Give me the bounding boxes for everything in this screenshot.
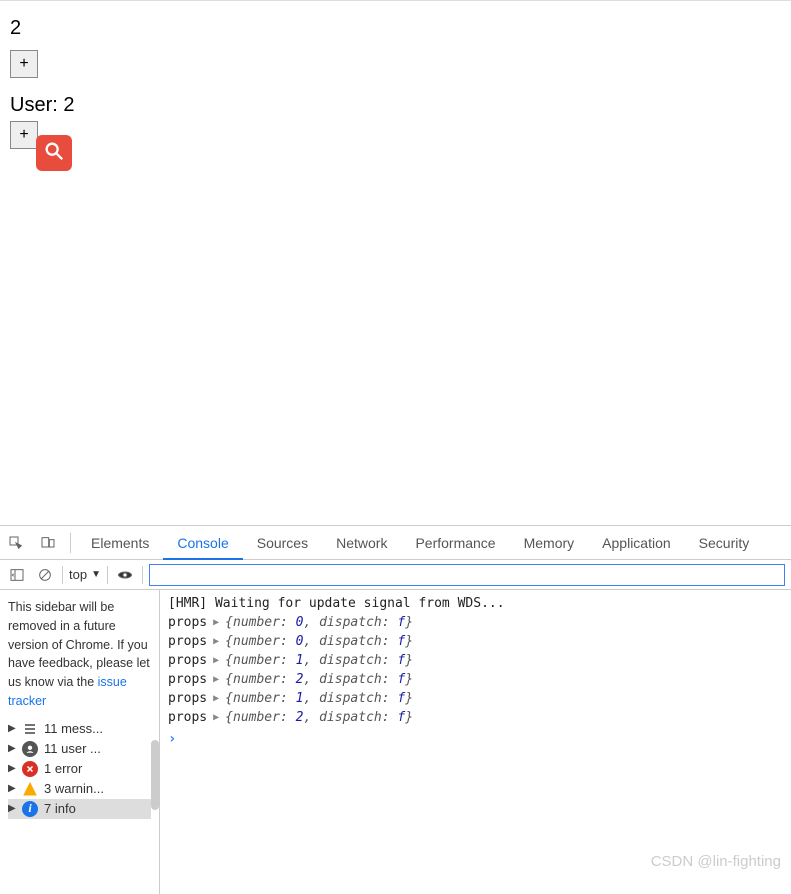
log-label: props <box>168 672 207 687</box>
log-line-hmr: [HMR] Waiting for update signal from WDS… <box>168 594 783 613</box>
category-label: 7 info <box>44 801 76 816</box>
tab-performance[interactable]: Performance <box>401 526 509 560</box>
device-toggle-icon[interactable] <box>38 533 58 553</box>
expand-arrow-icon[interactable]: ▶ <box>213 712 219 723</box>
console-prompt[interactable]: › <box>168 727 783 747</box>
expand-arrow-icon: ▶ <box>8 803 16 814</box>
log-label: props <box>168 710 207 725</box>
log-object: {number: 0, dispatch: f} <box>225 615 413 630</box>
log-label: props <box>168 691 207 706</box>
warning-icon <box>22 781 38 797</box>
separator <box>142 566 143 584</box>
category-info[interactable]: ▶ i 7 info <box>8 799 151 819</box>
search-badge[interactable] <box>36 135 72 171</box>
expand-arrow-icon: ▶ <box>8 723 16 734</box>
increment-button-2[interactable]: + <box>10 121 38 149</box>
sidebar-scrollbar[interactable] <box>151 740 159 810</box>
app-viewport: 2 + User: 2 + <box>0 0 791 525</box>
log-object: {number: 0, dispatch: f} <box>225 634 413 649</box>
log-object: {number: 2, dispatch: f} <box>225 672 413 687</box>
expand-arrow-icon: ▶ <box>8 743 16 754</box>
console-output[interactable]: [HMR] Waiting for update signal from WDS… <box>160 590 791 894</box>
category-label: 11 mess... <box>44 721 103 736</box>
user-prefix: User: <box>10 94 63 116</box>
separator <box>70 533 71 553</box>
category-label: 1 error <box>44 761 82 776</box>
context-selector[interactable]: top ▼ <box>69 567 101 582</box>
tab-elements[interactable]: Elements <box>77 526 163 560</box>
log-line-props[interactable]: props ▶ {number: 1, dispatch: f} <box>168 689 783 708</box>
expand-arrow-icon[interactable]: ▶ <box>213 693 219 704</box>
tab-security[interactable]: Security <box>685 526 764 560</box>
context-label: top <box>69 567 87 582</box>
expand-arrow-icon[interactable]: ▶ <box>213 655 219 666</box>
separator <box>107 566 108 584</box>
counter-1-value: 2 <box>10 17 781 40</box>
info-icon: i <box>22 801 38 817</box>
expand-arrow-icon[interactable]: ▶ <box>213 674 219 685</box>
chevron-down-icon: ▼ <box>91 569 101 580</box>
console-sidebar: This sidebar will be removed in a future… <box>0 590 160 894</box>
user-counter-label: User: 2 <box>10 94 781 117</box>
expand-arrow-icon: ▶ <box>8 783 16 794</box>
log-object: {number: 2, dispatch: f} <box>225 710 413 725</box>
expand-arrow-icon[interactable]: ▶ <box>213 617 219 628</box>
devtools-panel: Elements Console Sources Network Perform… <box>0 525 791 894</box>
category-errors[interactable]: ▶ 1 error <box>8 759 151 779</box>
user-value: 2 <box>63 94 74 116</box>
tab-console[interactable]: Console <box>163 526 242 560</box>
category-messages[interactable]: ▶ 11 mess... <box>8 719 151 739</box>
magnifier-icon <box>43 140 65 167</box>
console-body: This sidebar will be removed in a future… <box>0 590 791 894</box>
log-object: {number: 1, dispatch: f} <box>225 653 413 668</box>
log-object: {number: 1, dispatch: f} <box>225 691 413 706</box>
log-line-props[interactable]: props ▶ {number: 0, dispatch: f} <box>168 613 783 632</box>
tab-memory[interactable]: Memory <box>510 526 589 560</box>
log-line-props[interactable]: props ▶ {number: 2, dispatch: f} <box>168 708 783 727</box>
inspect-icon[interactable] <box>6 533 26 553</box>
devtools-tabstrip: Elements Console Sources Network Perform… <box>0 526 791 560</box>
log-line-props[interactable]: props ▶ {number: 0, dispatch: f} <box>168 632 783 651</box>
user-icon <box>22 741 38 757</box>
category-user[interactable]: ▶ 11 user ... <box>8 739 151 759</box>
log-line-props[interactable]: props ▶ {number: 2, dispatch: f} <box>168 670 783 689</box>
expand-arrow-icon: ▶ <box>8 763 16 774</box>
log-label: props <box>168 634 207 649</box>
log-label: props <box>168 615 207 630</box>
separator <box>62 566 63 584</box>
list-icon <box>22 721 38 737</box>
console-filter-input[interactable] <box>149 564 785 586</box>
tab-network[interactable]: Network <box>322 526 401 560</box>
log-line-props[interactable]: props ▶ {number: 1, dispatch: f} <box>168 651 783 670</box>
sidebar-toggle-icon[interactable] <box>6 564 28 586</box>
tab-sources[interactable]: Sources <box>243 526 322 560</box>
tab-application[interactable]: Application <box>588 526 685 560</box>
category-warnings[interactable]: ▶ 3 warnin... <box>8 779 151 799</box>
sidebar-notice: This sidebar will be removed in a future… <box>8 598 151 711</box>
console-toolbar: top ▼ <box>0 560 791 590</box>
error-icon <box>22 761 38 777</box>
log-message: [HMR] Waiting for update signal from WDS… <box>168 596 505 611</box>
category-label: 3 warnin... <box>44 781 104 796</box>
category-label: 11 user ... <box>44 741 101 756</box>
message-categories: ▶ 11 mess... ▶ 11 user ... ▶ 1 error ▶ <box>8 719 151 819</box>
increment-button-1[interactable]: + <box>10 50 38 78</box>
live-expression-icon[interactable] <box>114 564 136 586</box>
clear-console-icon[interactable] <box>34 564 56 586</box>
log-label: props <box>168 653 207 668</box>
expand-arrow-icon[interactable]: ▶ <box>213 636 219 647</box>
